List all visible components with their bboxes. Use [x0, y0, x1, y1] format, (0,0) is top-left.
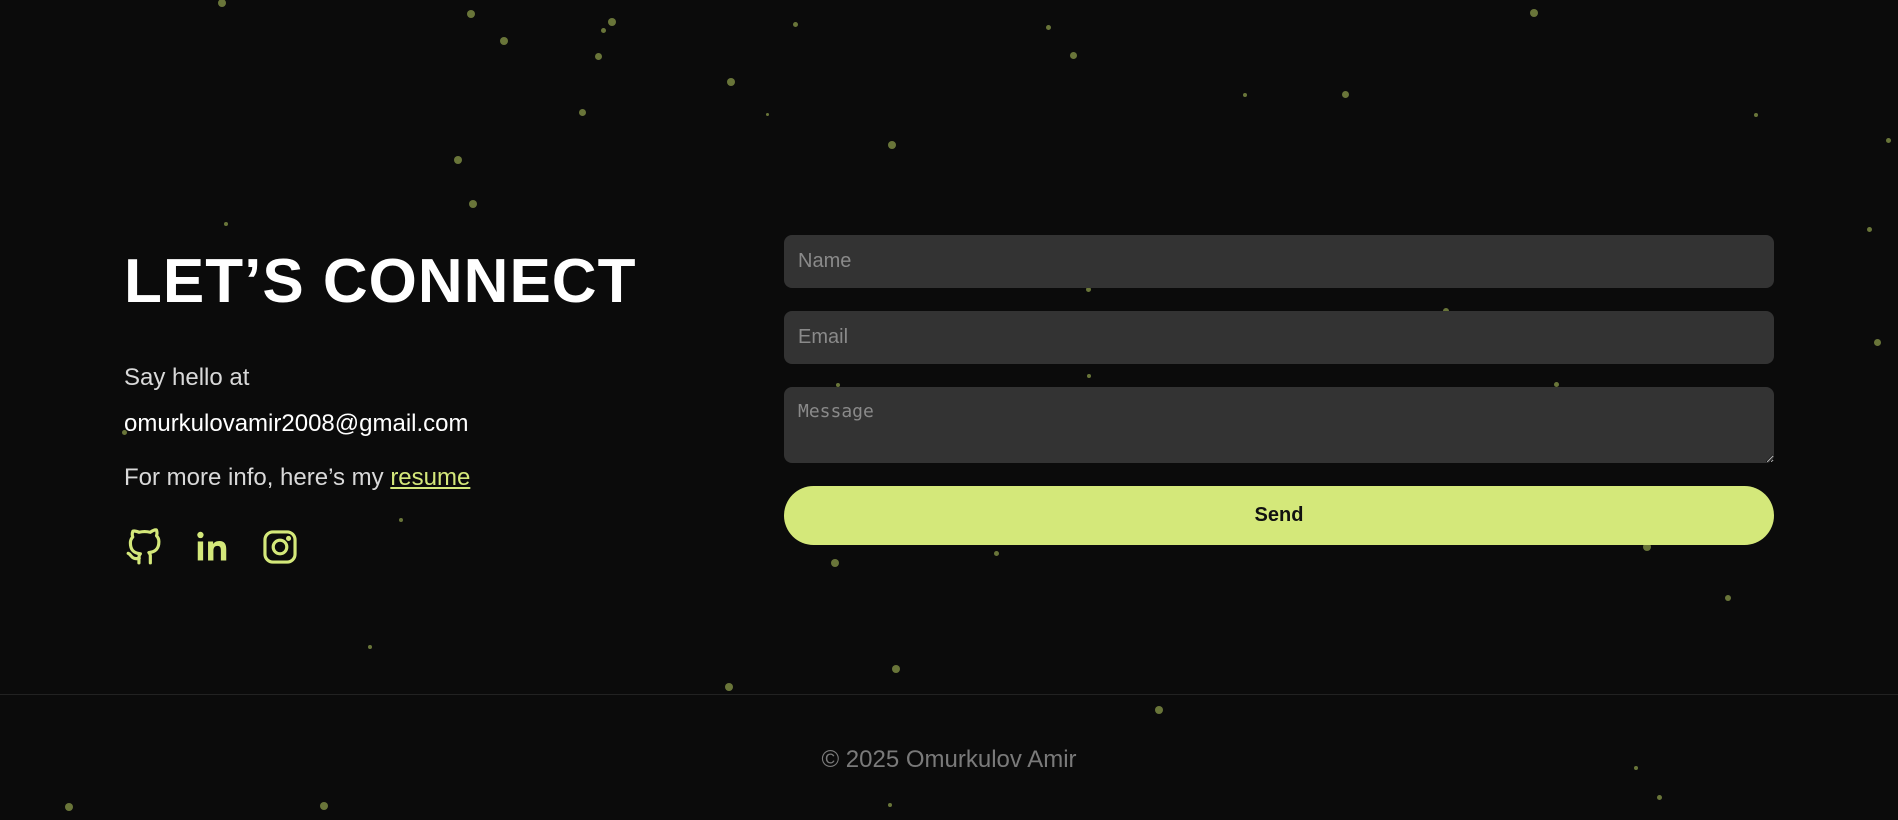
hello-text: Say hello at	[124, 364, 250, 391]
star-dot	[1725, 595, 1731, 601]
star-dot	[578, 108, 586, 116]
star-dot	[1866, 226, 1872, 232]
github-link[interactable]	[124, 527, 164, 567]
more-info-text: For more info, here’s my resume	[124, 463, 684, 493]
star-dot	[792, 21, 798, 27]
star-dot	[1885, 137, 1891, 143]
resume-link[interactable]: resume	[390, 464, 470, 491]
message-textarea[interactable]	[784, 387, 1774, 463]
name-input[interactable]	[784, 235, 1774, 288]
linkedin-link[interactable]	[192, 527, 232, 567]
contact-info: LET’S CONNECT Say hello at omurkulovamir…	[124, 240, 684, 567]
send-button[interactable]: Send	[784, 486, 1774, 545]
star-dot	[892, 665, 900, 673]
star-dot	[608, 18, 616, 26]
star-dot	[1754, 113, 1758, 117]
star-dot	[1530, 9, 1538, 17]
github-icon	[125, 528, 163, 566]
star-dot	[594, 52, 602, 60]
star-dot	[727, 78, 735, 86]
star-dot	[725, 683, 733, 691]
star-dot	[218, 0, 226, 7]
star-dot	[888, 141, 896, 149]
star-dot	[500, 37, 508, 45]
copyright-text: © 2025 Omurkulov Amir	[821, 746, 1077, 773]
footer: © 2025 Omurkulov Amir	[0, 694, 1898, 820]
star-dot	[224, 222, 228, 226]
star-dot	[368, 645, 372, 649]
star-dot	[1341, 90, 1349, 98]
contact-page: LET’S CONNECT Say hello at omurkulovamir…	[0, 0, 1898, 820]
social-links	[124, 527, 684, 567]
page-title: LET’S CONNECT	[124, 247, 637, 316]
instagram-link[interactable]	[260, 527, 300, 567]
star-dot	[765, 112, 769, 116]
email-input[interactable]	[784, 311, 1774, 364]
star-dot	[1069, 51, 1077, 59]
star-dot	[469, 200, 477, 208]
contact-form: Send	[784, 235, 1774, 545]
star-dot	[467, 10, 475, 18]
star-dot	[454, 156, 462, 164]
star-dot	[1873, 338, 1881, 346]
star-dot	[831, 559, 839, 567]
star-dot	[993, 550, 999, 556]
star-dot	[600, 27, 606, 33]
star-dot	[1045, 24, 1051, 30]
email-link[interactable]: omurkulovamir2008@gmail.com	[124, 410, 684, 438]
star-dot	[1243, 93, 1247, 97]
linkedin-icon	[193, 528, 231, 566]
instagram-icon	[261, 528, 299, 566]
more-info-prefix: For more info, here’s my	[124, 464, 391, 491]
